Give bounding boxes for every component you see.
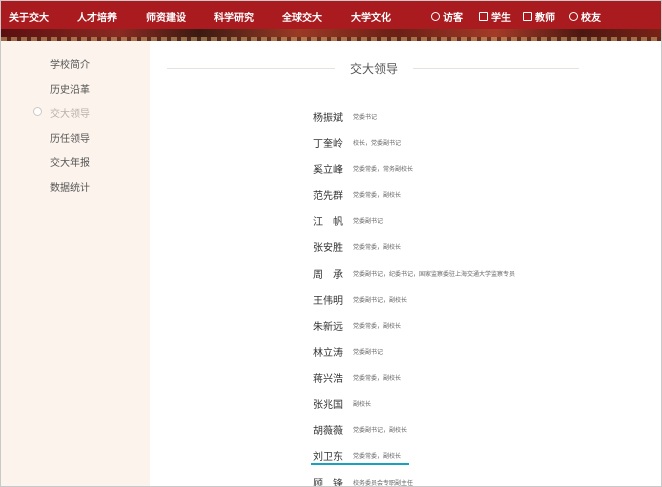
nav-about[interactable]: 关于交大: [9, 9, 49, 24]
sidebar-item-intro[interactable]: 学校简介: [50, 56, 90, 71]
leader-title: 党委副书记，副校长: [353, 297, 408, 304]
visitor-icon: [431, 12, 440, 21]
sidebar-item-former-leaders[interactable]: 历任领导: [50, 130, 90, 145]
teacher-icon: [523, 12, 532, 21]
nav-global[interactable]: 全球交大: [282, 9, 322, 24]
leader-name: 丁奎岭: [313, 139, 343, 150]
leader-title: 校长，党委副书记: [353, 140, 402, 147]
leader-name: 奚立峰: [313, 165, 343, 176]
leader-title: 校务委员会专职副主任: [353, 480, 414, 487]
sidebar-item-leadership[interactable]: 交大领导: [50, 105, 90, 120]
leader-name: 周 承: [313, 270, 343, 281]
leader-title: 党委副书记: [353, 349, 384, 356]
sidebar-item-statistics[interactable]: 数据统计: [50, 179, 90, 194]
leader-name: 胡薇薇: [313, 426, 343, 437]
quick-teacher-label: 教师: [535, 13, 555, 24]
leader-name: 范先群: [313, 191, 343, 202]
leader-name: 张安胜: [313, 243, 343, 254]
leader-title: 副校长: [353, 401, 372, 408]
leader-name: 张兆国: [313, 400, 343, 411]
quick-student-label: 学生: [491, 13, 511, 24]
student-icon: [479, 12, 488, 21]
leader-title: 党委副书记: [353, 218, 384, 225]
quick-alumni-label: 校友: [581, 13, 601, 24]
browser-frame: 关于交大 人才培养 师资建设 科学研究 全球交大 大学文化 访客 学生 教师 校…: [0, 0, 662, 487]
quick-visitor[interactable]: 访客: [431, 9, 463, 24]
title-divider-right: [413, 68, 579, 69]
leader-name: 顾 锋: [313, 479, 343, 487]
nav-culture[interactable]: 大学文化: [351, 9, 391, 24]
leader-title: 党委常委，常务副校长: [353, 166, 414, 173]
leader-title: 党委副书记，副校长: [353, 427, 408, 434]
leader-title: 党委常委，副校长: [353, 323, 402, 330]
leader-name: 蒋兴浩: [313, 374, 343, 385]
leader-name: 林立涛: [313, 348, 343, 359]
leader-name: 杨振斌: [313, 113, 343, 124]
quick-alumni[interactable]: 校友: [569, 9, 601, 24]
nav-research[interactable]: 科学研究: [214, 9, 254, 24]
hover-underline: [311, 463, 409, 465]
quick-student[interactable]: 学生: [479, 9, 511, 24]
leader-title: 党委副书记，纪委书记，国家监察委驻上海交通大学监察专员: [353, 271, 516, 278]
leader-title: 党委常委，副校长: [353, 375, 402, 382]
page-title: 交大领导: [349, 62, 398, 76]
top-navigation: 关于交大 人才培养 师资建设 科学研究 全球交大 大学文化 访客 学生 教师 校…: [1, 1, 661, 29]
sidebar-item-annual-report[interactable]: 交大年报: [50, 154, 90, 169]
leader-name: 江 帆: [313, 217, 343, 228]
active-indicator-icon: [33, 107, 42, 116]
title-divider-left: [167, 68, 335, 69]
leader-title: 党委书记: [353, 114, 378, 121]
leader-title: 党委常委，副校长: [353, 192, 402, 199]
alumni-icon: [569, 12, 578, 21]
leader-name: 王伟明: [313, 296, 343, 307]
nav-education[interactable]: 人才培养: [77, 9, 117, 24]
sidebar-item-history[interactable]: 历史沿革: [50, 81, 90, 96]
decorative-banner: [1, 29, 661, 41]
nav-faculty[interactable]: 师资建设: [146, 9, 186, 24]
quick-teacher[interactable]: 教师: [523, 9, 555, 24]
leader-title: 党委常委，副校长: [353, 453, 402, 460]
quick-visitor-label: 访客: [443, 13, 463, 24]
leader-name: 刘卫东: [313, 452, 343, 463]
leader-title: 党委常委，副校长: [353, 244, 402, 251]
leader-name: 朱新远: [313, 322, 343, 333]
